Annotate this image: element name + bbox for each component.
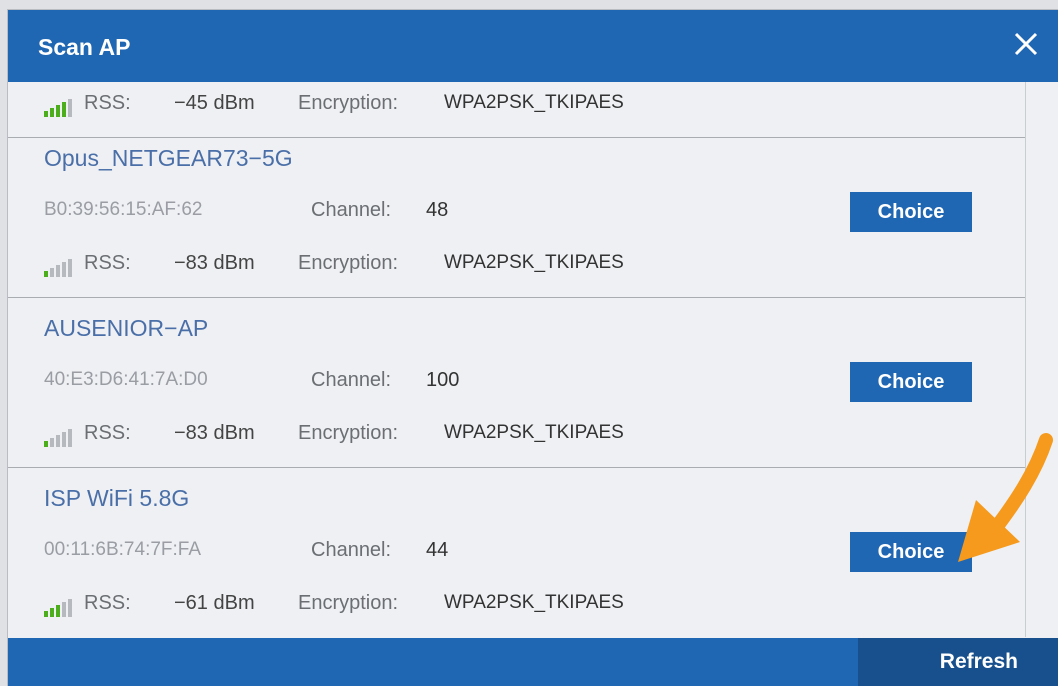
signal-bar bbox=[62, 602, 66, 617]
signal-bar bbox=[44, 611, 48, 617]
channel-label: Channel: bbox=[311, 199, 392, 221]
ap-row: AUSENIOR−AP 40:E3:D6:41:7A:D0 Channel: 1… bbox=[8, 298, 1025, 468]
signal-bar bbox=[62, 102, 66, 117]
rss-value: −45 dBm bbox=[174, 92, 255, 114]
signal-bar bbox=[68, 259, 72, 277]
signal-bar bbox=[44, 441, 48, 447]
dialog-header: Scan AP bbox=[8, 10, 1058, 82]
encryption-label: Encryption: bbox=[298, 592, 399, 614]
signal-bar bbox=[68, 429, 72, 447]
dialog-title: Scan AP bbox=[38, 34, 131, 60]
mac-address: 00:11:6B:74:7F:FA bbox=[44, 539, 202, 560]
encryption-label: Encryption: bbox=[298, 252, 399, 274]
ap-row: ISP WiFi 5.8G 00:11:6B:74:7F:FA Channel:… bbox=[8, 468, 1025, 637]
channel-value: 44 bbox=[426, 539, 449, 561]
rss-value: −83 dBm bbox=[174, 252, 255, 274]
refresh-button[interactable]: Refresh bbox=[858, 638, 1058, 686]
encryption-label: Encryption: bbox=[298, 422, 399, 444]
mac-address: B0:39:56:15:AF:62 bbox=[44, 199, 203, 220]
signal-bar bbox=[44, 271, 48, 277]
ssid: AUSENIOR−AP bbox=[44, 315, 209, 341]
encryption-label: Encryption: bbox=[298, 92, 399, 114]
signal-bar bbox=[62, 432, 66, 447]
rss-label: RSS: bbox=[84, 252, 131, 274]
dialog-footer: Refresh bbox=[8, 638, 1058, 686]
signal-strength-icon bbox=[44, 599, 72, 617]
encryption-value: WPA2PSK_TKIPAES bbox=[444, 422, 624, 443]
choice-button[interactable]: Choice bbox=[850, 532, 972, 572]
channel-value: 48 bbox=[426, 199, 449, 221]
close-button[interactable] bbox=[1006, 24, 1046, 64]
signal-bar bbox=[68, 99, 72, 117]
signal-bar bbox=[56, 435, 60, 447]
mac-address: 40:E3:D6:41:7A:D0 bbox=[44, 369, 208, 390]
encryption-value: WPA2PSK_TKIPAES bbox=[444, 92, 624, 113]
rss-label: RSS: bbox=[84, 422, 131, 444]
ssid: Opus_NETGEAR73−5G bbox=[44, 145, 293, 171]
scrollbar[interactable] bbox=[1026, 82, 1058, 637]
choice-button[interactable]: Choice bbox=[850, 362, 972, 402]
ssid: ISP WiFi 5.8G bbox=[44, 485, 190, 511]
rss-label: RSS: bbox=[84, 592, 131, 614]
signal-bar bbox=[50, 108, 54, 117]
rss-value: −83 dBm bbox=[174, 422, 255, 444]
signal-bar bbox=[56, 605, 60, 617]
close-icon bbox=[1014, 32, 1038, 56]
scan-ap-dialog: Scan AP RSS: −45 dBm Encryption: WPA2PSK… bbox=[8, 10, 1058, 686]
encryption-value: WPA2PSK_TKIPAES bbox=[444, 252, 624, 273]
signal-strength-icon bbox=[44, 99, 72, 117]
channel-label: Channel: bbox=[311, 369, 392, 391]
signal-bar bbox=[68, 599, 72, 617]
ap-row: Opus_NETGEAR73−5G B0:39:56:15:AF:62 Chan… bbox=[8, 128, 1025, 298]
signal-bar bbox=[56, 265, 60, 277]
signal-bar bbox=[44, 111, 48, 117]
rss-value: −61 dBm bbox=[174, 592, 255, 614]
channel-value: 100 bbox=[426, 369, 460, 391]
rss-label: RSS: bbox=[84, 92, 131, 114]
signal-bar bbox=[50, 608, 54, 617]
signal-bar bbox=[50, 438, 54, 447]
signal-bar bbox=[50, 268, 54, 277]
choice-button[interactable]: Choice bbox=[850, 192, 972, 232]
encryption-value: WPA2PSK_TKIPAES bbox=[444, 592, 624, 613]
ap-list[interactable]: RSS: −45 dBm Encryption: WPA2PSK_TKIPAES… bbox=[8, 82, 1026, 637]
channel-label: Channel: bbox=[311, 539, 392, 561]
signal-bar bbox=[62, 262, 66, 277]
signal-bar bbox=[56, 105, 60, 117]
signal-strength-icon bbox=[44, 429, 72, 447]
signal-strength-icon bbox=[44, 259, 72, 277]
